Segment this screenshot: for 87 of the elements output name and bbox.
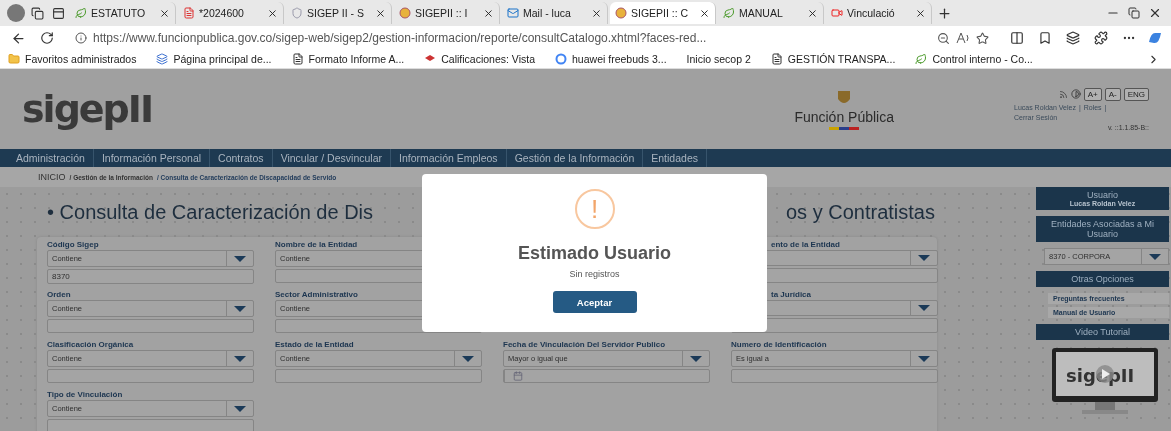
field-label: Numero de Identificación [731, 340, 828, 350]
field-label: Código Sigep [47, 240, 100, 250]
bookmark-link[interactable]: GESTIÓN TRANSPA... [770, 53, 896, 65]
flag-stripe-icon [829, 126, 860, 130]
caret-icon [1149, 253, 1161, 260]
close-icon[interactable] [807, 7, 818, 19]
mail-icon [507, 7, 519, 19]
browser-tab[interactable]: Mail - luca [502, 2, 608, 24]
field-label: Nombre de la Entidad [275, 240, 359, 250]
caret-icon [234, 255, 246, 262]
accept-button[interactable]: Aceptar [552, 291, 637, 313]
shield-icon [291, 7, 303, 19]
bookmark-link[interactable]: huawei freebuds 3... [555, 53, 667, 65]
field-label: ento de la Entidad [770, 240, 841, 250]
bookmark-link[interactable]: Inicio secop 2 [686, 53, 751, 65]
font-tool-button[interactable]: A- [1104, 87, 1121, 101]
browser-tab[interactable]: *2024600 [178, 2, 284, 24]
page-title: os y Contratistas [785, 200, 936, 224]
input-field[interactable] [731, 369, 938, 383]
bookmark-link[interactable]: Control interno - Co... [915, 53, 1033, 65]
field-label: Estado de la Entidad [275, 340, 355, 350]
caret-icon [690, 355, 702, 362]
field-label: Sector Administrativo [275, 290, 359, 300]
font-tool-button[interactable]: A+ [1083, 87, 1102, 101]
bookmark-link[interactable]: Favoritos administrados [8, 53, 137, 65]
folder-icon [8, 53, 20, 65]
zoom-icon[interactable] [937, 31, 950, 45]
date-field[interactable] [503, 369, 710, 383]
brand-name: Función Pública [794, 108, 894, 125]
close-icon[interactable] [591, 7, 602, 19]
browser-tab[interactable]: MANUAL [718, 2, 824, 24]
panel-heading: Usuario [1086, 190, 1119, 200]
document-icon [183, 7, 195, 19]
panel-heading: Otras Opciones [1036, 271, 1169, 287]
close-icon[interactable] [375, 7, 386, 19]
field-label: Fecha de Vinculación Del Servidor Publico [503, 340, 667, 350]
leaf-icon [723, 7, 735, 19]
input-field[interactable] [47, 419, 254, 431]
page-title: • Consulta de Caracterización de Dis [46, 200, 375, 224]
input-field[interactable] [47, 369, 254, 383]
layers-icon [156, 53, 169, 65]
close-icon[interactable] [267, 7, 278, 19]
bookmark-link[interactable]: Página principal de... [156, 53, 272, 65]
panel-heading: Video Tutorial [1036, 324, 1169, 340]
input-field[interactable]: 8370 [47, 269, 254, 284]
browser-tab[interactable]: SIGEPII :: C [610, 2, 716, 24]
breadcrumb-link[interactable]: INICIO [38, 172, 66, 182]
warning-icon: ! [574, 189, 615, 229]
restore-icon[interactable] [1125, 4, 1143, 22]
browser-tab[interactable]: Vinculació [826, 2, 932, 24]
caret-icon [462, 355, 474, 362]
avatar-icon[interactable] [6, 3, 26, 23]
bookmark-link[interactable]: Formato Informe A... [291, 53, 405, 65]
leaf-icon [915, 53, 928, 65]
browser-tab[interactable]: SIGEPII :: I [394, 2, 500, 24]
document-icon [770, 53, 783, 65]
bookmark-link[interactable]: Calificaciones: Vista [424, 53, 536, 65]
close-icon[interactable] [915, 7, 926, 19]
field-label: ta Jurídica [770, 290, 812, 300]
close-icon[interactable] [483, 7, 494, 19]
input-field[interactable] [47, 319, 254, 333]
dialog-message: Sin registros [569, 269, 620, 279]
logo: sigepII [22, 87, 153, 131]
panel-heading: Entidades Asociadas a Mi Usuario [1036, 216, 1169, 242]
field-label: Clasificación Orgánica [47, 340, 135, 350]
close-icon[interactable] [699, 7, 710, 19]
field-label: Tipo de Vinculación [47, 390, 124, 400]
browser-tab[interactable]: ESTATUTO [70, 2, 176, 24]
caret-icon [918, 355, 930, 362]
browser-tab[interactable]: SIGEP II - S [286, 2, 392, 24]
caret-icon [918, 254, 930, 261]
field-label: Orden [47, 290, 72, 300]
close-icon[interactable] [159, 7, 170, 19]
caret-icon [234, 305, 246, 312]
video-icon [831, 7, 843, 19]
info-icon[interactable] [75, 32, 87, 44]
caret-icon [234, 355, 246, 362]
leaf-icon [75, 7, 87, 19]
caret-icon [918, 304, 930, 311]
read-aloud-icon[interactable] [956, 32, 970, 44]
input-field[interactable] [275, 369, 482, 383]
font-tool-button[interactable]: ENG [1123, 87, 1149, 101]
caret-icon [234, 405, 246, 412]
document-icon [291, 53, 304, 65]
star-icon[interactable] [976, 31, 989, 45]
contrast-icon[interactable] [1070, 87, 1081, 101]
dialog-title: Estimado Usuario [517, 243, 671, 264]
